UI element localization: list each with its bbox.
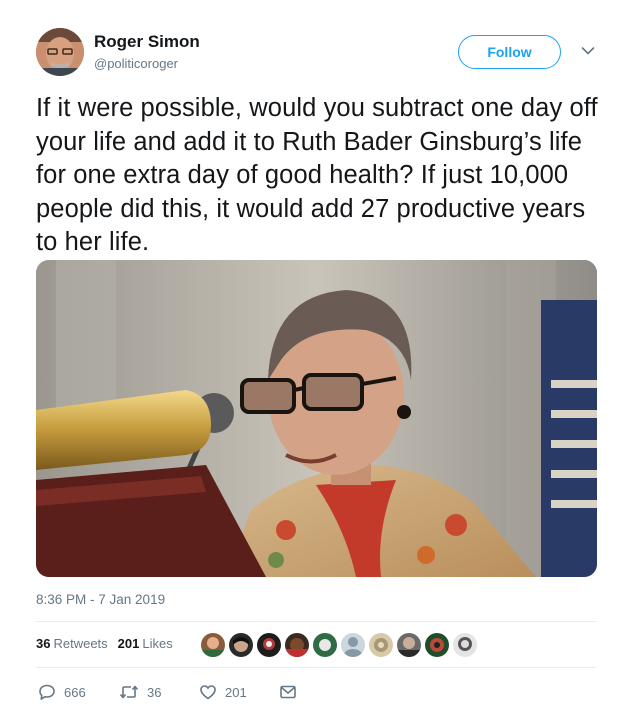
like-button[interactable]: 201	[199, 683, 247, 701]
heart-icon	[200, 685, 216, 700]
reply-count: 666	[64, 684, 86, 700]
reply-icon	[39, 684, 55, 700]
liker-avatar[interactable]	[452, 632, 478, 658]
retweets-stat[interactable]: 36 Retweets	[36, 636, 108, 651]
liker-avatar[interactable]	[312, 632, 338, 658]
likes-stat[interactable]: 201 Likes	[118, 636, 173, 651]
envelope-icon	[280, 685, 296, 699]
likes-label: Likes	[142, 636, 173, 651]
retweets-label: Retweets	[53, 636, 108, 651]
reply-button[interactable]: 666	[38, 683, 86, 701]
direct-message-button[interactable]	[279, 683, 297, 701]
user-name[interactable]: Roger Simon	[94, 32, 200, 52]
user-handle[interactable]: @politicoroger	[94, 56, 178, 71]
liker-avatar[interactable]	[284, 632, 310, 658]
retweet-icon	[119, 685, 139, 699]
tweet-stats: 36 Retweets 201 Likes	[36, 636, 173, 651]
liker-avatar[interactable]	[368, 632, 394, 658]
likers-avatars	[200, 632, 480, 658]
tweet-text: If it were possible, would you subtract …	[36, 94, 598, 256]
retweets-count: 36	[36, 636, 51, 651]
follow-button[interactable]: Follow	[458, 35, 561, 69]
like-count: 201	[225, 684, 247, 700]
retweet-button[interactable]: 36	[119, 683, 161, 701]
divider	[36, 621, 596, 622]
avatar[interactable]	[36, 28, 84, 76]
liker-avatar[interactable]	[228, 632, 254, 658]
chevron-down-icon[interactable]	[581, 46, 595, 56]
liker-avatar[interactable]	[396, 632, 422, 658]
likes-count: 201	[117, 636, 140, 651]
liker-avatar[interactable]	[424, 632, 450, 658]
tweet-photo[interactable]	[36, 260, 597, 577]
liker-avatar[interactable]	[340, 632, 366, 658]
retweet-count: 36	[147, 684, 162, 700]
liker-avatar[interactable]	[200, 632, 226, 658]
tweet-timestamp[interactable]: 8:36 PM - 7 Jan 2019	[36, 592, 165, 607]
divider	[36, 667, 596, 668]
liker-avatar[interactable]	[256, 632, 282, 658]
